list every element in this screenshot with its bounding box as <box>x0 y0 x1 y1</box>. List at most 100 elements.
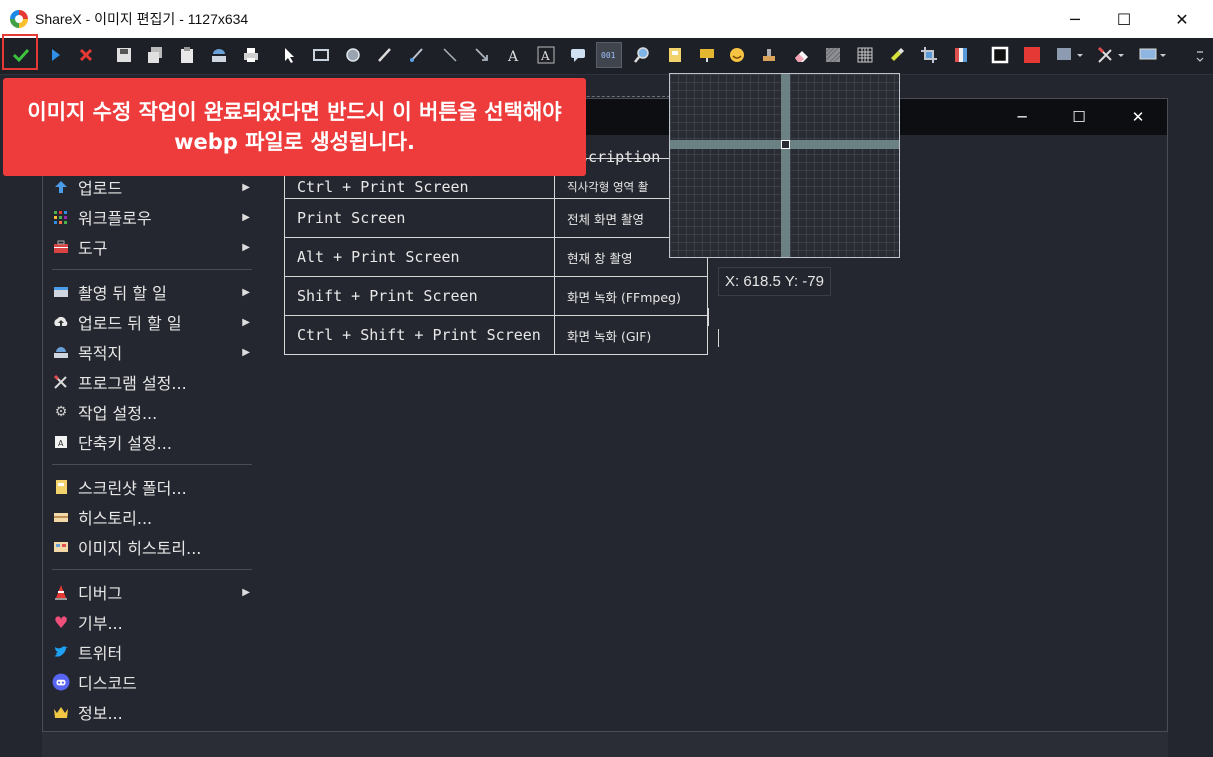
menu-item-label: 디버그 <box>78 584 123 603</box>
menu-item-label: 업로드 뒤 할 일 <box>78 314 182 333</box>
window-titlebar: ShareX - 이미지 편집기 - 1127x634 ─ ☐ ✕ <box>0 0 1213 38</box>
eraser-icon[interactable] <box>789 42 815 68</box>
ellipse-icon[interactable] <box>340 42 366 68</box>
hotkey-desc: 화면 녹화 (FFmpeg) <box>554 276 708 316</box>
menu-item-hotkey-settings: A 단축키 설정... <box>48 427 258 457</box>
print-icon[interactable] <box>238 42 264 68</box>
highlight-icon[interactable] <box>884 42 910 68</box>
sticker-icon[interactable] <box>662 42 688 68</box>
border-color-icon[interactable] <box>987 42 1013 68</box>
menu-item-screenshot-folder: 스크린샷 폴더... <box>48 472 258 502</box>
menu-item-label: 작업 설정... <box>78 404 158 423</box>
menu-item-label: 촬영 뒤 할 일 <box>78 284 167 303</box>
upload-icon[interactable] <box>206 42 232 68</box>
folder-icon <box>51 477 71 497</box>
shadow-dropdown-icon[interactable] <box>1052 42 1088 68</box>
submenu-arrow-icon: ▶ <box>242 586 250 598</box>
menu-item-label: 디스코드 <box>78 674 137 693</box>
submenu-arrow-icon: ▶ <box>242 211 250 223</box>
crop-icon[interactable] <box>916 42 942 68</box>
menu-item-discord: 디스코드 <box>48 667 258 697</box>
submenu-arrow-icon: ▶ <box>242 286 250 298</box>
instruction-callout: 이미지 수정 작업이 완료되었다면 반드시 이 버튼을 선택해야 webp 파일… <box>3 78 586 176</box>
sharex-logo-icon <box>10 10 28 28</box>
hotkey-key: Ctrl + Shift + Print Screen <box>284 315 555 355</box>
crown-icon <box>51 702 71 722</box>
pixelate-icon[interactable] <box>852 42 878 68</box>
menu-item-label: 정보... <box>78 704 123 723</box>
cut-out-icon[interactable] <box>948 42 974 68</box>
menu-item-twitter: 트위터 <box>48 637 258 667</box>
screen-dropdown-icon[interactable] <box>1134 42 1172 68</box>
editor-toolbar: A A 001 <box>0 38 1213 75</box>
gear-icon: ⚙ <box>54 404 68 420</box>
step-counter-icon[interactable]: 001 <box>596 42 622 68</box>
emoji-icon[interactable] <box>724 42 750 68</box>
menu-item-task-settings: ⚙ 작업 설정... <box>48 397 258 427</box>
text-outline-icon[interactable]: A <box>533 42 559 68</box>
arrow-line-icon[interactable] <box>437 42 463 68</box>
menu-item-about: 정보... <box>48 697 258 727</box>
menu-item-destination: 목적지 ▶ <box>48 337 258 367</box>
fill-color-icon[interactable] <box>1019 42 1045 68</box>
image-icon[interactable] <box>694 42 720 68</box>
magnify-icon[interactable] <box>629 42 655 68</box>
workflow-grid-icon <box>51 207 71 227</box>
cancel-x-icon[interactable] <box>73 42 99 68</box>
text-caret <box>708 308 709 326</box>
copy-icon[interactable] <box>174 42 200 68</box>
discord-icon <box>51 672 71 692</box>
rectangle-icon[interactable] <box>308 42 334 68</box>
callout-line-2: webp 파일로 생성됩니다. <box>174 130 415 154</box>
menu-item-label: 스크린샷 폴더... <box>78 479 187 498</box>
svg-text:A: A <box>507 49 519 64</box>
menu-item-label: 이미지 히스토리... <box>78 539 202 558</box>
svg-text:A: A <box>58 439 64 448</box>
menu-item-donate: ♥ 기부... <box>48 607 258 637</box>
play-icon[interactable] <box>42 42 68 68</box>
canvas-bottom-strip <box>42 732 1168 757</box>
save-icon[interactable] <box>111 42 137 68</box>
menu-item-image-history: 이미지 히스토리... <box>48 532 258 562</box>
table-row: Shift + Print Screen 화면 녹화 (FFmpeg) <box>284 276 708 316</box>
smart-eraser-icon[interactable] <box>756 42 782 68</box>
menu-item-label: 단축키 설정... <box>78 434 172 453</box>
svg-text:001: 001 <box>601 51 616 60</box>
cloud-upload-icon <box>51 312 71 332</box>
hotkey-desc: 화면 녹화 (GIF) <box>554 315 708 355</box>
magnifier-center-pixel <box>781 140 790 149</box>
freehand-icon[interactable] <box>372 42 398 68</box>
minimize-button[interactable]: ─ <box>1050 0 1100 38</box>
menu-item-program-settings: 프로그램 설정... <box>48 367 258 397</box>
captured-maximize-icon: ☐ <box>1072 108 1086 126</box>
captured-close-icon: ✕ <box>1131 108 1145 126</box>
menu-item-upload: 업로드 ▶ <box>48 172 258 202</box>
history-icon <box>51 507 71 527</box>
arrow-icon[interactable] <box>469 42 495 68</box>
toolbox-icon <box>51 237 71 257</box>
menu-item-label: 목적지 <box>78 344 123 363</box>
keyboard-icon: A <box>51 432 71 452</box>
magnifier-crosshair-vertical <box>781 74 790 257</box>
submenu-arrow-icon: ▶ <box>242 346 250 358</box>
text-icon[interactable]: A <box>501 42 527 68</box>
cursor-icon[interactable] <box>276 42 302 68</box>
save-as-icon[interactable] <box>142 42 168 68</box>
blur-icon[interactable] <box>820 42 846 68</box>
maximize-button[interactable]: ☐ <box>1099 0 1149 38</box>
menu-separator <box>52 464 252 465</box>
upload-arrow-icon <box>51 177 71 197</box>
hotkey-key: Shift + Print Screen <box>284 276 555 316</box>
image-history-icon <box>51 537 71 557</box>
cursor-coordinates: X: 618.5 Y: -79 <box>718 267 831 296</box>
menu-item-after-upload: 업로드 뒤 할 일 ▶ <box>48 307 258 337</box>
speech-balloon-icon[interactable] <box>565 42 591 68</box>
close-button[interactable]: ✕ <box>1157 0 1207 38</box>
after-capture-icon <box>51 282 71 302</box>
submenu-arrow-icon: ▶ <box>242 241 250 253</box>
line-icon[interactable] <box>404 42 430 68</box>
hotkey-key: Alt + Print Screen <box>284 237 555 277</box>
menu-separator <box>52 569 252 570</box>
overflow-chevron-icon[interactable] <box>1192 42 1208 68</box>
options-dropdown-icon[interactable] <box>1092 42 1130 68</box>
